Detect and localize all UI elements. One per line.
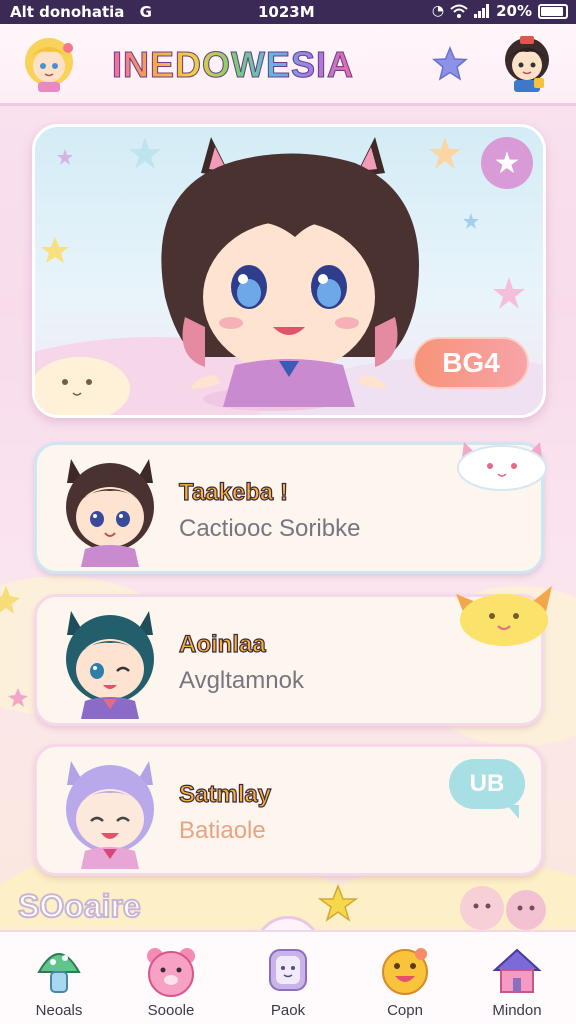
- wifi-icon: [450, 4, 468, 18]
- teal-hair-cat-ear-avatar: [66, 611, 154, 719]
- nav-item-sooole[interactable]: Sooole: [116, 932, 226, 1024]
- brown-hair-boy-avatar[interactable]: [496, 32, 558, 94]
- favorite-button[interactable]: ★: [481, 137, 533, 189]
- nav-label: Neoals: [35, 1002, 83, 1019]
- house-icon: [492, 948, 542, 993]
- pink-bear-icon: [147, 948, 195, 997]
- nav-label: Copn: [387, 1002, 423, 1019]
- cloud-cat-icon: [456, 586, 552, 646]
- smiley-icon: [382, 948, 428, 995]
- star-icon: ★: [493, 145, 521, 181]
- nav-item-neoals[interactable]: Neoals: [4, 932, 114, 1024]
- mushroom-icon: [37, 953, 81, 993]
- nav-item-paok[interactable]: Paok: [233, 932, 343, 1024]
- app-header: INEDOWESIA: [0, 24, 576, 106]
- lavender-hair-cat-ear-avatar: [66, 761, 154, 869]
- character-subtitle: Batiaole: [179, 817, 266, 844]
- carrier-label: Alt donohatia G: [10, 3, 152, 21]
- status-icons: ◔ 20%: [432, 2, 568, 20]
- star-icon[interactable]: [432, 46, 468, 82]
- character-subtitle: Avgltamnok: [179, 667, 304, 694]
- chat-bubble-badge[interactable]: UB: [449, 759, 525, 819]
- bottom-navigation: Neoals Sooole Paok Copn Mindon: [0, 930, 576, 1024]
- character-name: Taakeba !: [178, 478, 288, 506]
- app-title: INEDOWESIA: [111, 44, 355, 86]
- status-bar: Alt donohatia G 1023M ◔ 20%: [0, 0, 576, 24]
- signal-icon: [474, 4, 490, 18]
- clock: 1023M: [258, 3, 315, 21]
- featured-character-card[interactable]: ★ BG4: [32, 124, 546, 418]
- character-subtitle: Cactiooc Soribke: [179, 515, 361, 542]
- cloud-cat-icon: [457, 442, 547, 491]
- list-item[interactable]: Satmlay Batiaole UB: [34, 744, 544, 876]
- nav-label: Sooole: [147, 1002, 195, 1019]
- nav-label: Mindon: [492, 1002, 542, 1019]
- battery-percent: 20%: [496, 2, 532, 20]
- brown-hair-cat-ear-avatar: [66, 459, 154, 567]
- star-icon: [318, 884, 358, 922]
- nav-item-mindon[interactable]: Mindon: [462, 932, 572, 1024]
- google-icon: G: [139, 3, 152, 21]
- hero-badge[interactable]: BG4: [413, 337, 529, 389]
- blonde-girl-avatar[interactable]: [18, 32, 80, 94]
- battery-icon: [538, 3, 568, 19]
- footer-logo: SOoaire: [17, 887, 142, 925]
- face-icon: [269, 949, 307, 991]
- character-name: Satmlay: [178, 780, 272, 808]
- alarm-icon: ◔: [431, 3, 445, 19]
- nav-item-copn[interactable]: Copn: [350, 932, 460, 1024]
- bear-group-icon: [460, 886, 546, 930]
- nav-label: Paok: [270, 1002, 306, 1019]
- character-name: Aoinlaa: [178, 630, 266, 658]
